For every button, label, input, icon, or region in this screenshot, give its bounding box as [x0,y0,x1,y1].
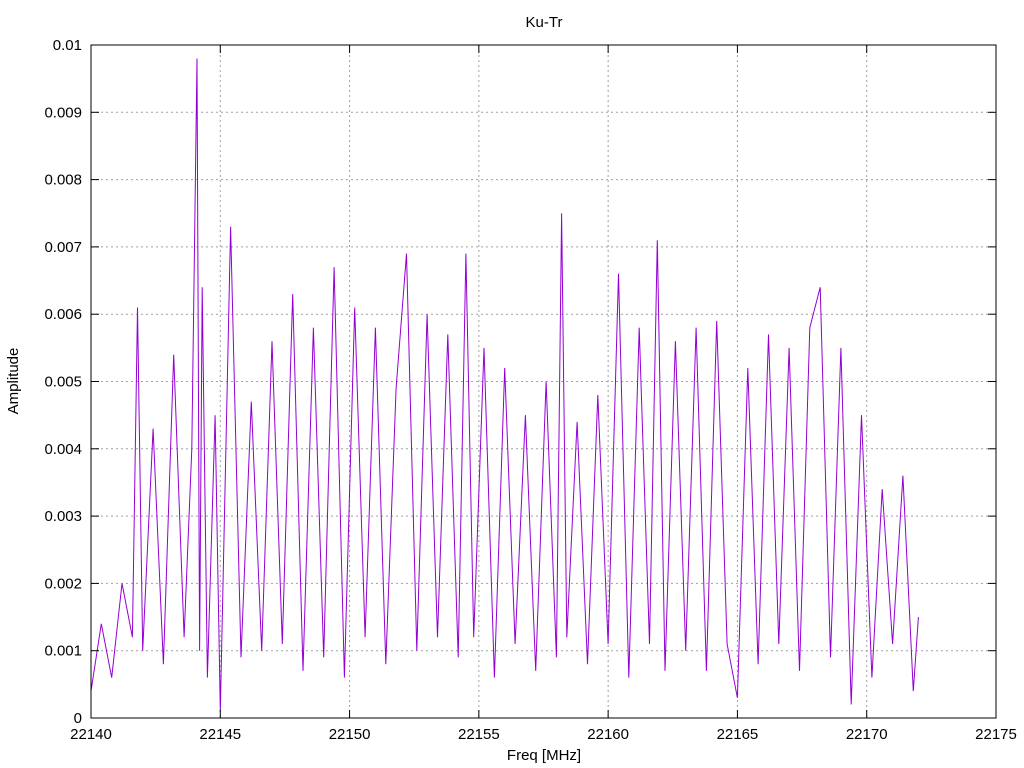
y-tick-label: 0.005 [44,374,82,391]
x-tick-labels: 22140 22145 22150 22155 22160 22165 22170 22175 [70,726,1017,743]
x-tick-label: 22150 [329,726,371,743]
y-tick-labels: 0 0.001 0.002 0.003 0.004 0.005 0.006 0.007 0.00… [44,37,82,727]
y-tick-label: 0.007 [44,239,82,256]
chart-title: Ku-Tr [526,14,563,31]
y-axis-title: Amplitude [5,348,22,415]
data-series-layer [90,58,919,712]
x-axis-title: Freq [MHz] [507,747,581,764]
y-tick-label: 0.003 [44,508,82,525]
x-tick-label: 22145 [199,726,241,743]
y-tick-label: 0.009 [44,104,82,121]
x-tick-label: 22175 [975,726,1017,743]
y-tick-label: 0.002 [44,575,82,592]
x-tick-label: 22160 [587,726,629,743]
y-tick-label: 0.004 [44,441,82,458]
y-tick-label: 0.006 [44,306,82,323]
x-tick-label: 22170 [846,726,888,743]
y-tick-label: 0.001 [44,643,82,660]
chart: 22140 22145 22150 22155 22160 22165 22170 22175… [5,14,1017,764]
x-tick-label: 22155 [458,726,500,743]
x-tick-label: 22140 [70,726,112,743]
y-tick-label: 0.01 [53,37,82,54]
x-tick-label: 22165 [717,726,759,743]
amplitude-series-line [90,58,919,712]
grid [91,45,996,718]
y-tick-label: 0.008 [44,172,82,189]
y-tick-label: 0 [74,710,82,727]
